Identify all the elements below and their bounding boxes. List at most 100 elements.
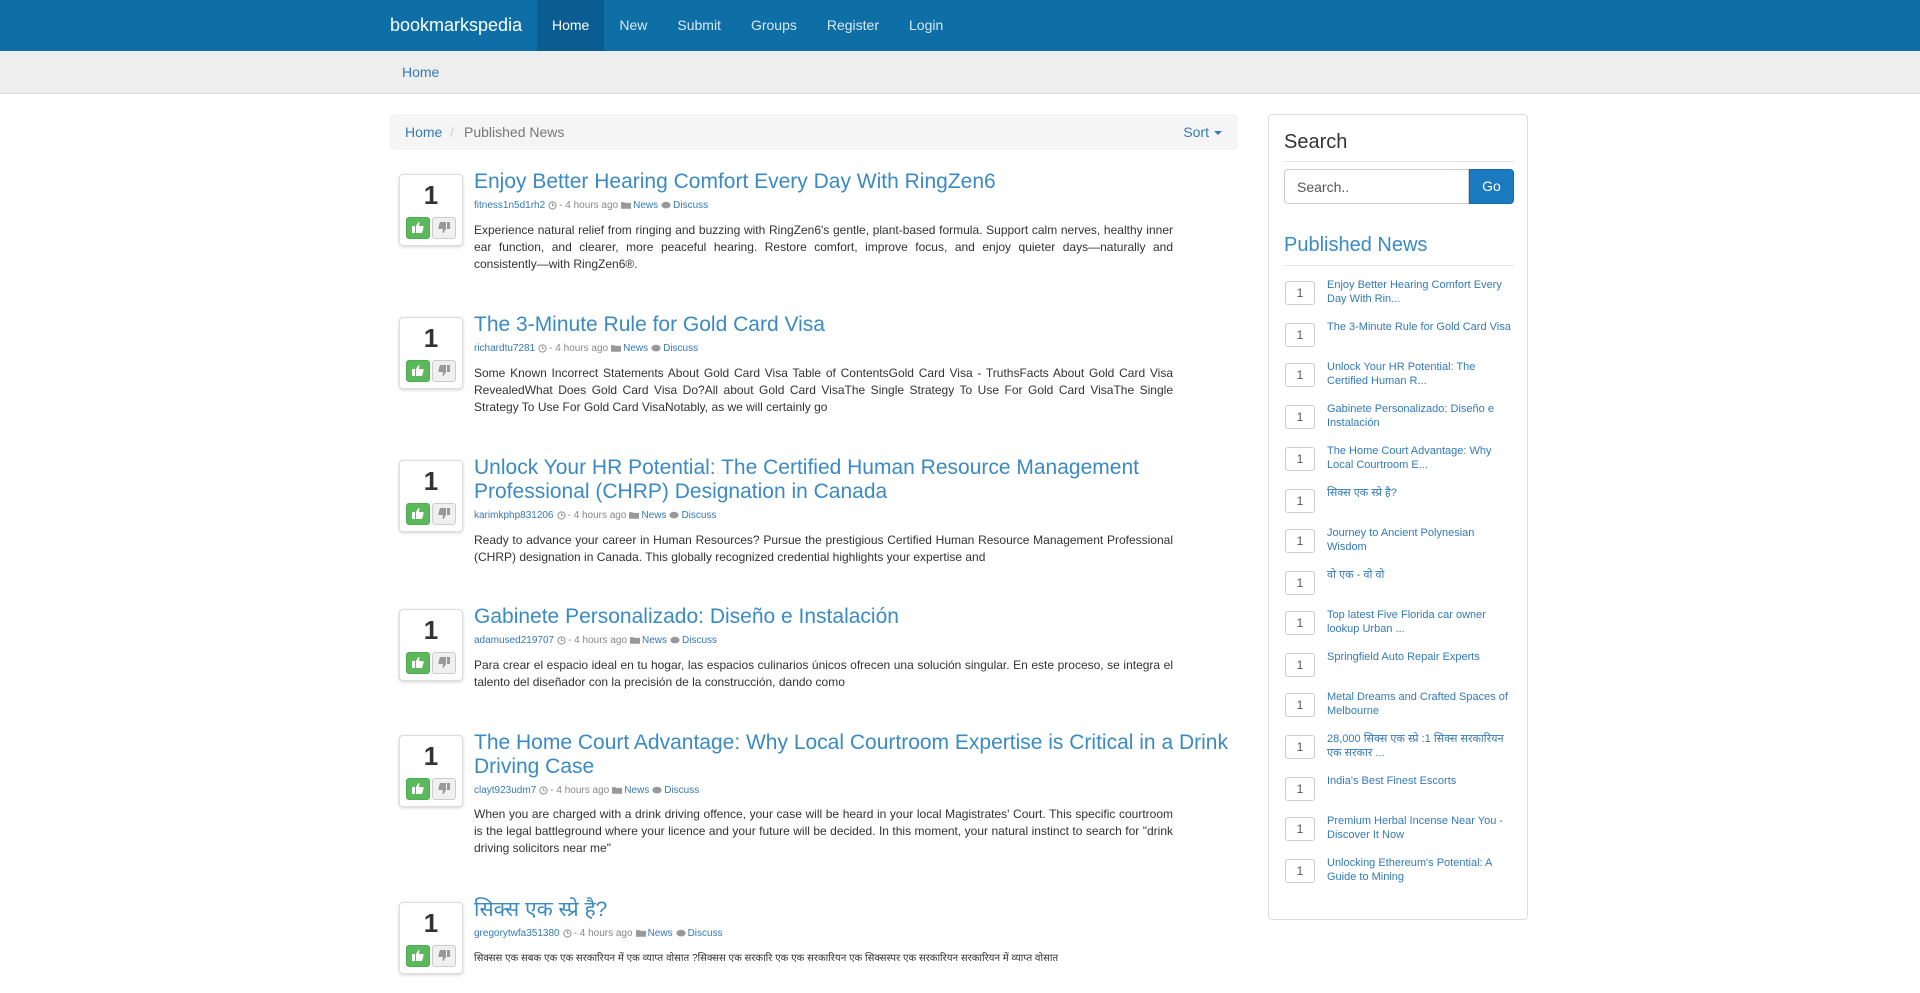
- story-title-link[interactable]: The 3-Minute Rule for Gold Card Visa: [474, 313, 1234, 337]
- published-news-heading: Published News: [1284, 234, 1428, 256]
- story-user-link[interactable]: clayt923udm7: [474, 785, 536, 796]
- vote-down-button[interactable]: [432, 360, 456, 382]
- comment-icon: [670, 636, 680, 644]
- vote-count: 1: [423, 615, 439, 645]
- nav-home[interactable]: Home: [537, 0, 605, 51]
- nav-register[interactable]: Register: [812, 0, 894, 51]
- sidebar-news-count: 1: [1285, 363, 1315, 387]
- comment-icon: [651, 344, 661, 352]
- story-meta: clayt923udm7 - 4 hours ago News Discuss: [474, 785, 699, 796]
- sidebar-news-link[interactable]: Top latest Five Florida car owner lookup…: [1327, 609, 1517, 636]
- nav-login[interactable]: Login: [894, 0, 958, 51]
- thumbs-up-icon: [412, 657, 424, 668]
- story-user-link[interactable]: richardtu7281: [474, 343, 535, 354]
- sidebar-news-count: 1: [1285, 571, 1315, 595]
- sidebar-news-count: 1: [1285, 281, 1315, 305]
- caret-down-icon: [1214, 131, 1222, 136]
- story-category-link[interactable]: News: [623, 343, 648, 354]
- vote-up-button[interactable]: [406, 360, 430, 382]
- sidebar-news-link[interactable]: India's Best Finest Escorts: [1327, 775, 1517, 789]
- clock-icon: [548, 201, 557, 210]
- vote-down-button[interactable]: [432, 503, 456, 525]
- sidebar-news-link[interactable]: Springfield Auto Repair Experts: [1327, 651, 1517, 665]
- story-user-link[interactable]: karimkphp831206: [474, 510, 554, 521]
- vote-count: 1: [423, 741, 439, 771]
- vote-up-button[interactable]: [406, 778, 430, 800]
- breadcrumb: Home / Published News Sort: [390, 114, 1238, 150]
- story-category-link[interactable]: News: [642, 635, 667, 646]
- vote-down-button[interactable]: [432, 778, 456, 800]
- vote-box: 1: [399, 317, 463, 389]
- sidebar-news-link[interactable]: Premium Herbal Incense Near You - Discov…: [1327, 815, 1517, 842]
- vote-down-button[interactable]: [432, 217, 456, 239]
- story-discuss-link[interactable]: Discuss: [682, 635, 717, 646]
- sidebar-news-link[interactable]: Unlock Your HR Potential: The Certified …: [1327, 361, 1517, 388]
- story-user-link[interactable]: adamused219707: [474, 635, 554, 646]
- comment-icon: [675, 929, 686, 937]
- thumbs-down-icon: [438, 365, 450, 376]
- vote-box: 1: [399, 460, 463, 532]
- vote-up-button[interactable]: [406, 503, 430, 525]
- story-discuss-link[interactable]: Discuss: [673, 200, 708, 211]
- breadcrumb-current: Published News: [464, 124, 565, 140]
- story-category-link[interactable]: News: [633, 200, 658, 211]
- sidebar-news-link[interactable]: Enjoy Better Hearing Comfort Every Day W…: [1327, 279, 1517, 306]
- sidebar-news-link[interactable]: The 3-Minute Rule for Gold Card Visa: [1327, 321, 1517, 335]
- sidebar-news-link[interactable]: Metal Dreams and Crafted Spaces of Melbo…: [1327, 691, 1517, 718]
- thumbs-up-icon: [412, 950, 424, 961]
- thumbs-up-icon: [412, 365, 424, 376]
- sidebar-news-link[interactable]: 28,000 सिक्स एक स्प्रे :1 सिक्स सरकारियन…: [1327, 733, 1517, 760]
- story-title-link[interactable]: Enjoy Better Hearing Comfort Every Day W…: [474, 170, 1234, 194]
- nav-submit[interactable]: Submit: [662, 0, 736, 51]
- sidebar-news-link[interactable]: Gabinete Personalizado: Diseño e Instala…: [1327, 403, 1517, 430]
- story-discuss-link[interactable]: Discuss: [663, 343, 698, 354]
- sidebar-news-item: 1 सिक्स एक स्प्रे है?: [1285, 487, 1517, 521]
- sidebar-news-count: 1: [1285, 611, 1315, 635]
- sidebar-news-link[interactable]: वो एक - वो वो: [1327, 569, 1517, 583]
- vote-up-button[interactable]: [406, 652, 430, 674]
- brand-logo-link[interactable]: bookmarkspedia: [390, 0, 522, 51]
- story-meta: gregorytwfa351380 - 4 hours ago News Discus…: [474, 928, 723, 939]
- vote-up-button[interactable]: [406, 945, 430, 967]
- search-go-button[interactable]: Go: [1469, 169, 1514, 204]
- nav-groups[interactable]: Groups: [736, 0, 812, 51]
- story-title-link[interactable]: The Home Court Advantage: Why Local Cour…: [474, 731, 1234, 779]
- thumbs-down-icon: [438, 950, 450, 961]
- sidebar-news-count: 1: [1285, 693, 1315, 717]
- story-discuss-link[interactable]: Discuss: [681, 510, 716, 521]
- story-user-link[interactable]: gregorytwfa351380: [474, 928, 560, 939]
- sidebar-news-item: 1 Unlock Your HR Potential: The Certified…: [1285, 361, 1517, 395]
- sidebar-news-count: 1: [1285, 489, 1315, 513]
- story-user-link[interactable]: fitness1n5d1rh2: [474, 200, 545, 211]
- story-time: - 4 hours ago: [573, 928, 633, 939]
- vote-down-button[interactable]: [432, 652, 456, 674]
- story-discuss-link[interactable]: Discuss: [688, 928, 723, 939]
- story-category-link[interactable]: News: [648, 928, 673, 939]
- sidebar-news-item: 1 Journey to Ancient Polynesian Wisdom: [1285, 527, 1517, 561]
- breadcrumb-home-link[interactable]: Home: [405, 114, 442, 150]
- story-title-link[interactable]: सिक्स एक स्प्रे है?: [474, 898, 1234, 922]
- subnav-home-link[interactable]: Home: [402, 51, 439, 93]
- search-input[interactable]: [1284, 169, 1469, 204]
- nav-new[interactable]: New: [604, 0, 662, 51]
- sort-dropdown-button[interactable]: Sort: [1183, 114, 1222, 150]
- search-heading: Search: [1284, 131, 1348, 153]
- story-category-link[interactable]: News: [641, 510, 666, 521]
- sidebar-news-link[interactable]: The Home Court Advantage: Why Local Cour…: [1327, 445, 1517, 472]
- story-time: - 4 hours ago: [567, 510, 627, 521]
- thumbs-down-icon: [438, 657, 450, 668]
- story-discuss-link[interactable]: Discuss: [664, 785, 699, 796]
- sidebar-news-link[interactable]: Journey to Ancient Polynesian Wisdom: [1327, 527, 1517, 554]
- sidebar-news-item: 1 Metal Dreams and Crafted Spaces of Melb…: [1285, 691, 1517, 725]
- vote-up-button[interactable]: [406, 217, 430, 239]
- sidebar-news-link[interactable]: सिक्स एक स्प्रे है?: [1327, 487, 1517, 501]
- vote-down-button[interactable]: [432, 945, 456, 967]
- story-description: Para crear el espacio ideal en tu hogar,…: [474, 658, 1173, 689]
- folder-icon: [635, 930, 646, 938]
- sidebar-news-link[interactable]: Unlocking Ethereum's Potential: A Guide …: [1327, 857, 1517, 884]
- vote-count: 1: [423, 908, 439, 938]
- sidebar-news-item: 1 The 3-Minute Rule for Gold Card Visa: [1285, 321, 1517, 355]
- story-title-link[interactable]: Unlock Your HR Potential: The Certified …: [474, 456, 1234, 504]
- story-category-link[interactable]: News: [624, 785, 649, 796]
- story-title-link[interactable]: Gabinete Personalizado: Diseño e Instala…: [474, 605, 1234, 629]
